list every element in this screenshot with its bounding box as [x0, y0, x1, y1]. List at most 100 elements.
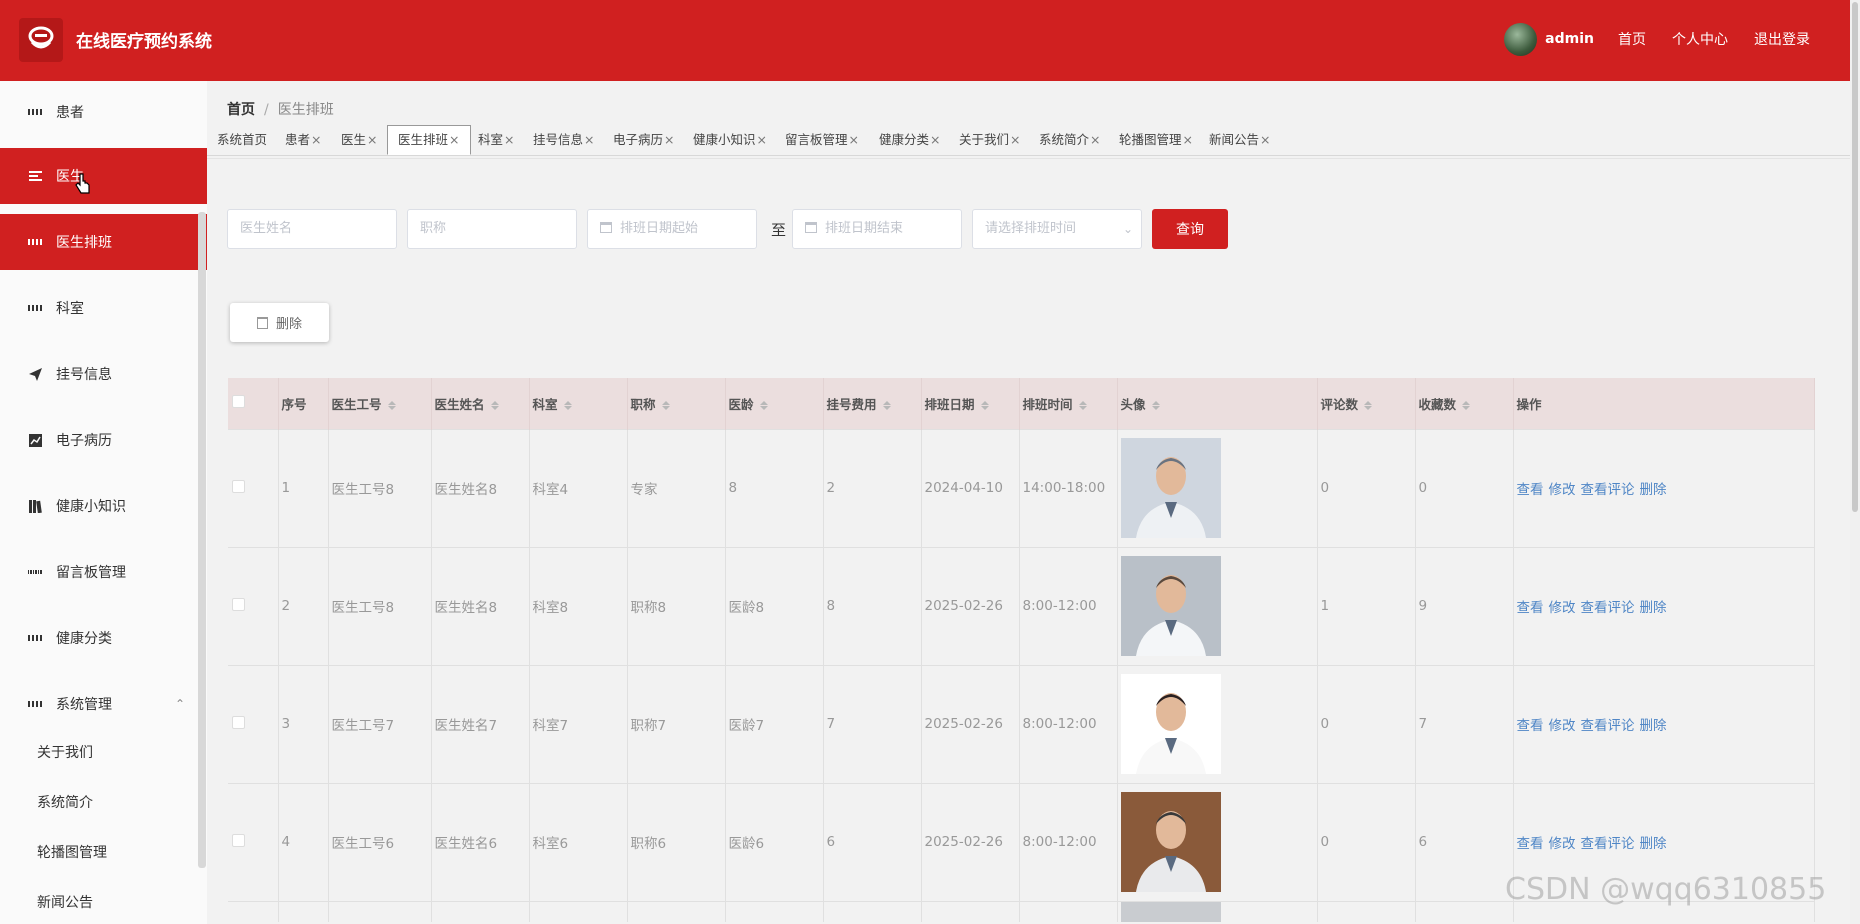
view-comments-button[interactable]: 查看评论	[1581, 482, 1635, 498]
sort-icon[interactable]	[661, 400, 670, 411]
view-comments-button[interactable]: 查看评论	[1581, 718, 1635, 734]
edit-button[interactable]: 修改	[1549, 482, 1576, 498]
sidebar-subitem-carousel-management[interactable]: 轮播图管理	[37, 842, 107, 862]
delete-row-button[interactable]: 删除	[1640, 600, 1667, 616]
breadcrumb-home[interactable]: 首页	[227, 102, 255, 118]
tab-medical-records[interactable]: 电子病历×	[613, 126, 675, 154]
sidebar-scrollbar[interactable]	[198, 212, 206, 868]
tab-home[interactable]: 系统首页	[217, 126, 267, 154]
tab-system-intro[interactable]: 系统简介×	[1039, 126, 1101, 154]
sort-icon[interactable]	[1151, 400, 1160, 411]
tab-message-board[interactable]: 留言板管理×	[785, 126, 859, 154]
column-header[interactable]: 医生工号	[328, 378, 432, 429]
column-header[interactable]: 医龄	[725, 378, 824, 429]
column-header[interactable]: 排班时间	[1019, 378, 1118, 429]
edit-button[interactable]: 修改	[1549, 600, 1576, 616]
sort-icon[interactable]	[882, 400, 891, 411]
close-icon[interactable]: ×	[1010, 132, 1020, 147]
view-comments-button[interactable]: 查看评论	[1581, 836, 1635, 852]
row-checkbox[interactable]	[232, 715, 245, 729]
row-checkbox[interactable]	[232, 833, 245, 847]
sidebar-item-health-category[interactable]: 健康分类	[0, 610, 207, 666]
sort-icon[interactable]	[563, 400, 572, 411]
close-icon[interactable]: ×	[367, 132, 377, 147]
schedule-time-select[interactable]: 请选择排班时间 ⌄	[972, 209, 1142, 249]
sidebar-item-doctors[interactable]: 医生	[0, 148, 207, 204]
row-select-cell[interactable]	[228, 547, 279, 665]
close-icon[interactable]: ×	[1090, 132, 1100, 147]
close-icon[interactable]: ×	[757, 132, 767, 147]
sidebar-item-health-tips[interactable]: 健康小知识	[0, 478, 207, 534]
sort-icon[interactable]	[759, 400, 768, 411]
view-button[interactable]: 查看	[1517, 482, 1544, 498]
select-all-checkbox[interactable]	[232, 395, 245, 409]
edit-button[interactable]: 修改	[1549, 718, 1576, 734]
header-link-profile[interactable]: 个人中心	[1672, 29, 1728, 49]
column-header[interactable]: 头像	[1117, 378, 1318, 429]
sidebar-subitem-news[interactable]: 新闻公告	[37, 892, 93, 912]
select-all-cell[interactable]	[228, 378, 279, 429]
close-icon[interactable]: ×	[1183, 132, 1193, 147]
date-end-input[interactable]: 排班日期结束	[792, 209, 962, 249]
close-icon[interactable]: ×	[449, 132, 459, 147]
row-checkbox[interactable]	[232, 479, 245, 493]
delete-row-button[interactable]: 删除	[1640, 482, 1667, 498]
sidebar-subitem-about-us[interactable]: 关于我们	[37, 742, 93, 762]
date-start-input[interactable]: 排班日期起始	[587, 209, 757, 249]
user-avatar[interactable]	[1504, 22, 1538, 56]
sort-icon[interactable]	[1462, 400, 1471, 411]
row-select-cell[interactable]	[228, 429, 279, 547]
sort-icon[interactable]	[980, 400, 989, 411]
tab-about-us[interactable]: 关于我们×	[959, 126, 1021, 154]
delete-row-button[interactable]: 删除	[1640, 718, 1667, 734]
column-header[interactable]: 科室	[529, 378, 628, 429]
column-header[interactable]: 排班日期	[921, 378, 1020, 429]
edit-button[interactable]: 修改	[1549, 836, 1576, 852]
page-scrollbar[interactable]	[1850, 0, 1860, 924]
sidebar-item-departments[interactable]: 科室	[0, 280, 207, 336]
close-icon[interactable]: ×	[849, 132, 859, 147]
delete-button[interactable]: 删除	[230, 303, 329, 342]
close-icon[interactable]: ×	[664, 132, 674, 147]
row-select-cell[interactable]	[228, 665, 279, 783]
sidebar-item-patients[interactable]: 患者	[0, 84, 207, 140]
tab-health-tips[interactable]: 健康小知识×	[693, 126, 767, 154]
sidebar-item-medical-records[interactable]: 电子病历	[0, 412, 207, 468]
tab-registration[interactable]: 挂号信息×	[533, 126, 595, 154]
sort-icon[interactable]	[387, 400, 396, 411]
view-button[interactable]: 查看	[1517, 600, 1544, 616]
tab-patients[interactable]: 患者×	[285, 126, 322, 154]
column-header[interactable]: 评论数	[1317, 378, 1416, 429]
doctor-name-input[interactable]: 医生姓名	[227, 209, 397, 249]
close-icon[interactable]: ×	[1260, 132, 1270, 147]
close-icon[interactable]: ×	[504, 132, 514, 147]
column-header[interactable]: 收藏数	[1415, 378, 1514, 429]
close-icon[interactable]: ×	[930, 132, 940, 147]
tab-departments[interactable]: 科室×	[478, 126, 515, 154]
sidebar-subitem-system-intro[interactable]: 系统简介	[37, 792, 93, 812]
tab-carousel[interactable]: 轮播图管理×	[1119, 126, 1193, 154]
sort-icon[interactable]	[1364, 400, 1373, 411]
sidebar-item-doctor-schedule[interactable]: 医生排班	[0, 214, 207, 270]
column-header[interactable]: 挂号费用	[823, 378, 922, 429]
sidebar-item-registration[interactable]: 挂号信息	[0, 346, 207, 402]
sort-icon[interactable]	[490, 400, 499, 411]
sort-icon[interactable]	[1078, 400, 1087, 411]
header-link-logout[interactable]: 退出登录	[1754, 29, 1810, 49]
query-button[interactable]: 查询	[1152, 209, 1228, 249]
delete-row-button[interactable]: 删除	[1640, 836, 1667, 852]
header-link-home[interactable]: 首页	[1618, 29, 1646, 49]
view-button[interactable]: 查看	[1517, 718, 1544, 734]
view-comments-button[interactable]: 查看评论	[1581, 600, 1635, 616]
tab-doctor-schedule[interactable]: 医生排班×	[387, 125, 471, 155]
tab-doctors[interactable]: 医生×	[341, 126, 378, 154]
sidebar-item-system-management[interactable]: 系统管理 ⌃	[0, 676, 207, 732]
tab-news[interactable]: 新闻公告×	[1209, 126, 1271, 154]
close-icon[interactable]: ×	[584, 132, 594, 147]
column-header[interactable]: 医生姓名	[431, 378, 530, 429]
title-input[interactable]: 职称	[407, 209, 577, 249]
sidebar-item-message-board[interactable]: 留言板管理	[0, 544, 207, 600]
column-header[interactable]: 职称	[627, 378, 726, 429]
row-select-cell[interactable]	[228, 783, 279, 901]
row-checkbox[interactable]	[232, 597, 245, 611]
